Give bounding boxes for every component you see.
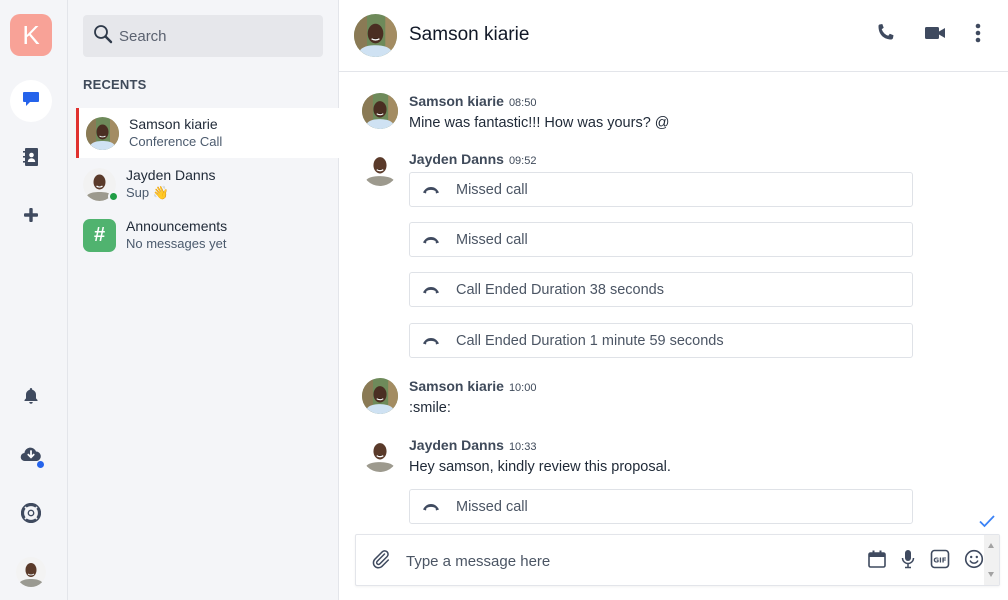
call-event[interactable]: Missed call [409, 172, 913, 207]
chat-header: Samson kiarie [339, 0, 1008, 72]
message-text: Hey samson, kindly review this proposal. [409, 459, 671, 475]
hang-up-phone-icon [422, 236, 442, 244]
user-avatar[interactable] [16, 557, 46, 587]
contact-avatar [86, 117, 119, 150]
schedule-button[interactable] [865, 549, 889, 573]
paperclip-icon [371, 549, 391, 574]
workspace-logo[interactable]: K [10, 14, 52, 56]
hang-up-phone-icon [422, 503, 442, 511]
conversation-name: Announcements [126, 218, 228, 234]
rail-help-button[interactable] [10, 494, 52, 536]
message-header: Jayden Danns 10:33 [409, 437, 536, 453]
scroll-down-arrow-icon[interactable] [988, 572, 994, 577]
hang-up-phone-icon [422, 337, 442, 345]
conversation-item-samson[interactable]: Samson kiarie Conference Call [76, 108, 339, 158]
bell-icon [23, 387, 39, 410]
conversation-name: Jayden Danns [126, 167, 216, 183]
search-icon [93, 24, 113, 49]
search-input[interactable] [119, 27, 309, 45]
conversation-item-announcements[interactable]: # Announcements No messages yet [76, 210, 339, 260]
sender-avatar[interactable] [362, 378, 398, 414]
channel-hash-icon: # [83, 219, 116, 252]
call-event-label: Call Ended Duration 1 minute 59 seconds [456, 332, 724, 349]
online-status-indicator [108, 191, 119, 202]
call-event-label: Missed call [456, 498, 528, 515]
sender-avatar[interactable] [362, 150, 398, 186]
sender-avatar[interactable] [362, 93, 398, 129]
sender-avatar[interactable] [362, 436, 398, 472]
call-event[interactable]: Missed call [409, 489, 913, 524]
phone-icon [875, 23, 895, 48]
search-box[interactable] [83, 15, 323, 57]
app-rail: K [0, 0, 68, 600]
rail-chats-button[interactable] [10, 80, 52, 122]
plus-icon [23, 207, 39, 228]
message-time: 09:52 [508, 155, 537, 167]
rail-add-button[interactable] [10, 196, 52, 238]
composer-scrollbar[interactable] [984, 535, 999, 585]
message-input[interactable] [406, 550, 826, 572]
call-event-label: Call Ended Duration 38 seconds [456, 281, 664, 298]
message-list: Samson kiarie 08:50 Mine was fantastic!!!… [339, 72, 1008, 530]
video-camera-icon [924, 25, 946, 46]
rail-download-button[interactable] [10, 435, 52, 477]
message-time: 08:50 [508, 97, 537, 109]
contact-avatar [83, 168, 119, 202]
conversation-preview: Conference Call [129, 134, 223, 149]
message-header: Samson kiarie 08:50 [409, 93, 536, 109]
voice-call-button[interactable] [872, 22, 898, 48]
call-event[interactable]: Call Ended Duration 38 seconds [409, 272, 913, 307]
attach-button[interactable] [369, 549, 393, 573]
read-receipt-check-icon [978, 514, 996, 533]
hang-up-phone-icon [422, 286, 442, 294]
sender-name[interactable]: Samson kiarie [409, 93, 504, 109]
cloud-download-icon [20, 446, 44, 468]
microphone-icon [901, 549, 915, 574]
emoji-icon [964, 549, 984, 574]
sender-name[interactable]: Jayden Danns [409, 151, 504, 167]
hang-up-phone-icon [422, 186, 442, 194]
message-text: :smile: [409, 400, 451, 416]
message-header: Jayden Danns 09:52 [409, 151, 536, 167]
call-event-label: Missed call [456, 231, 528, 248]
header-avatar[interactable] [354, 14, 397, 57]
more-vertical-icon [975, 23, 981, 48]
address-book-icon [22, 147, 40, 172]
message-composer: GIF [355, 534, 1000, 586]
gif-button[interactable]: GIF [928, 549, 952, 573]
message-header: Samson kiarie 10:00 [409, 378, 536, 394]
call-event[interactable]: Call Ended Duration 1 minute 59 seconds [409, 323, 913, 358]
conversation-item-jayden[interactable]: Jayden Danns Sup 👋 [76, 159, 339, 209]
call-event[interactable]: Missed call [409, 222, 913, 257]
more-options-button[interactable] [965, 22, 991, 48]
gif-icon: GIF [930, 549, 950, 574]
lifebuoy-icon [20, 502, 42, 528]
conversation-name: Samson kiarie [129, 116, 218, 132]
svg-text:GIF: GIF [933, 556, 946, 564]
calendar-icon [867, 549, 887, 574]
call-event-label: Missed call [456, 181, 528, 198]
voice-message-button[interactable] [896, 549, 920, 573]
conversation-sidebar: RECENTS Samson kiarie Conference Call Ja… [68, 0, 339, 600]
scroll-up-arrow-icon[interactable] [988, 543, 994, 548]
message-text: Mine was fantastic!!! How was yours? @ [409, 115, 670, 131]
recents-heading: RECENTS [83, 77, 147, 92]
download-badge [37, 460, 44, 468]
conversation-preview: Sup 👋 [126, 185, 169, 200]
message-time: 10:33 [508, 441, 537, 453]
chat-bubble-icon [22, 90, 40, 113]
rail-contacts-button[interactable] [10, 138, 52, 180]
sender-name[interactable]: Samson kiarie [409, 378, 504, 394]
rail-notifications-button[interactable] [10, 377, 52, 419]
video-call-button[interactable] [922, 22, 948, 48]
sender-name[interactable]: Jayden Danns [409, 437, 504, 453]
emoji-button[interactable] [962, 549, 986, 573]
message-time: 10:00 [508, 382, 537, 394]
chat-title: Samson kiarie [409, 24, 530, 45]
conversation-preview: No messages yet [126, 236, 227, 251]
